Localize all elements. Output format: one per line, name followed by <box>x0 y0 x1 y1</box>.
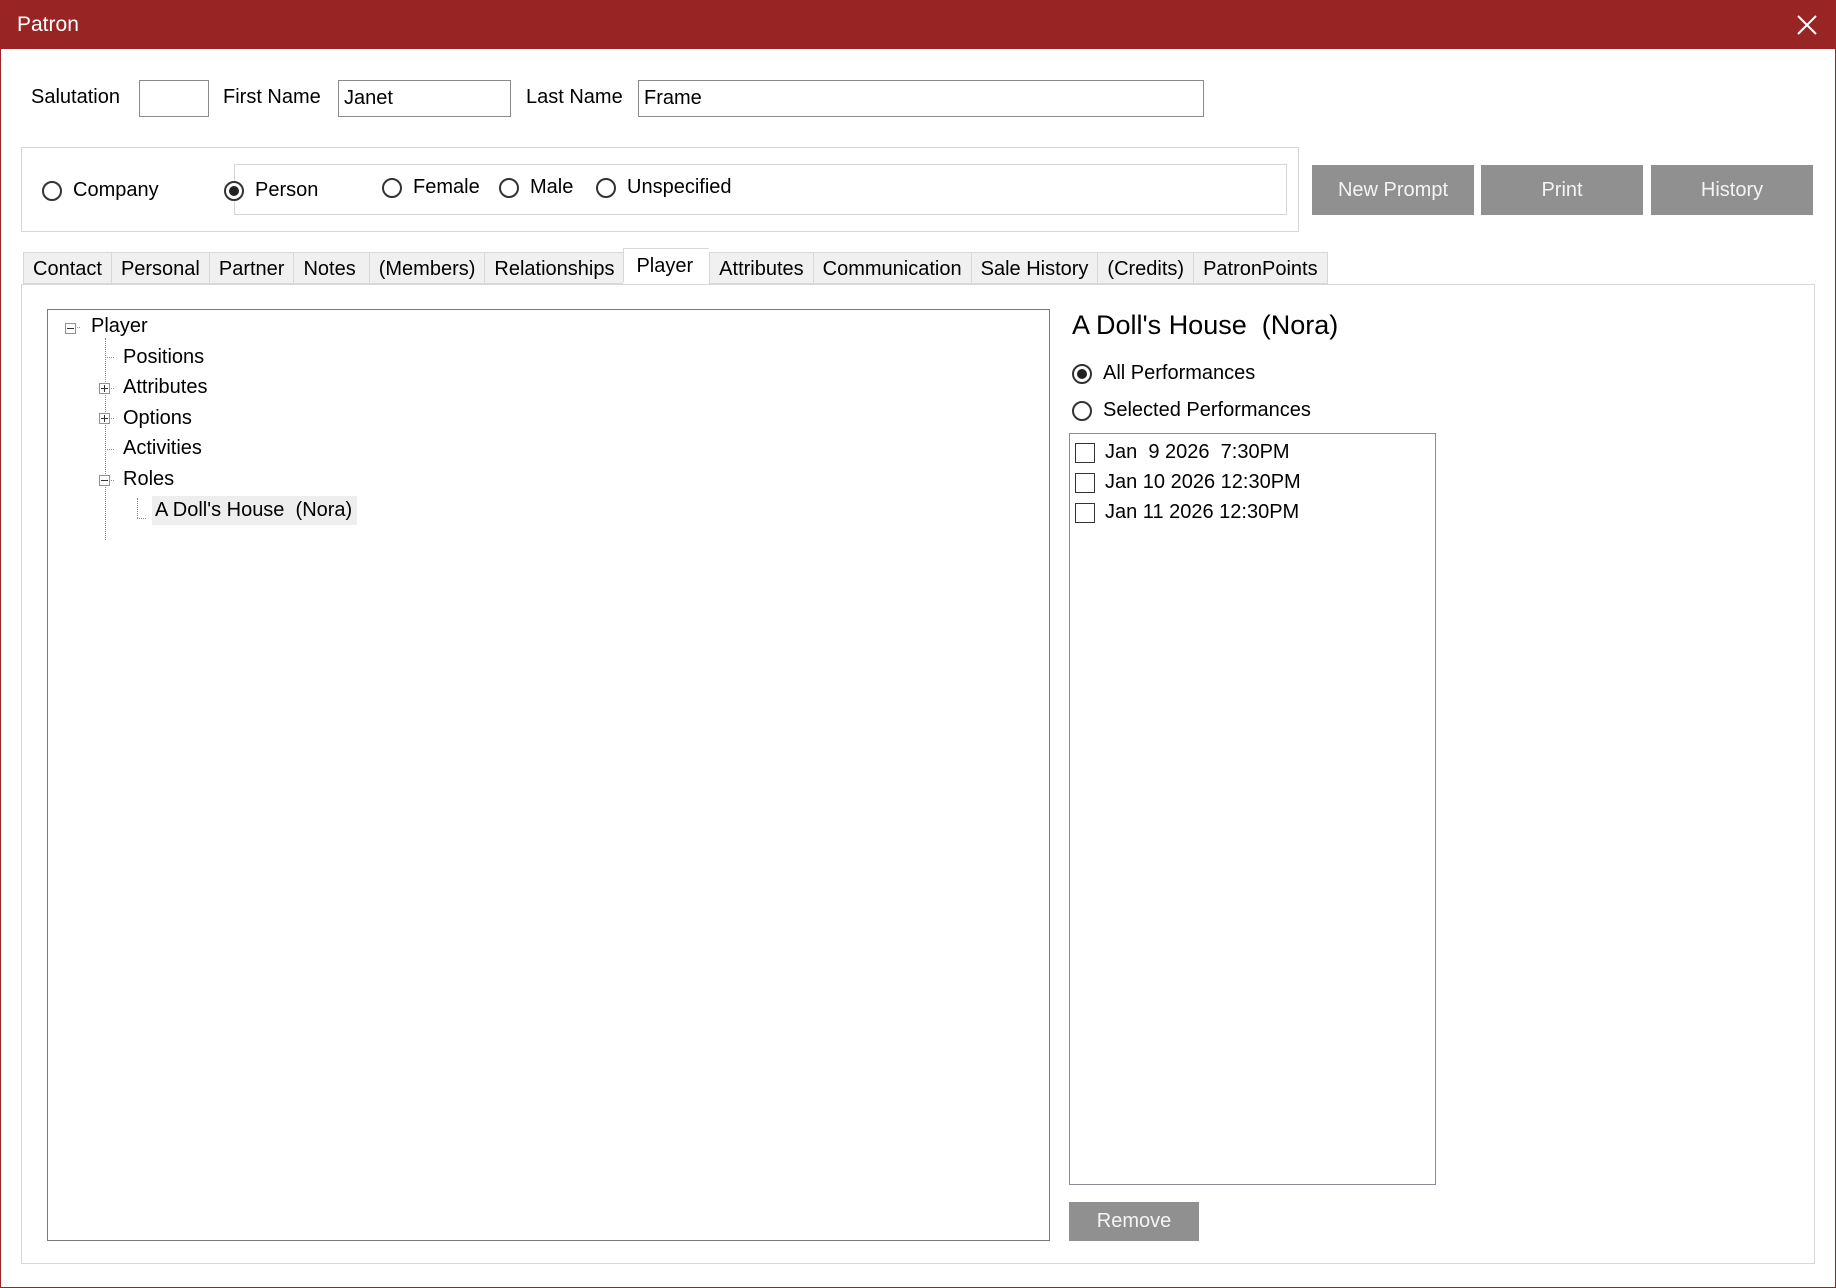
tab-contact[interactable]: Contact <box>23 252 111 284</box>
role-title: A Doll's House (Nora) <box>1072 310 1339 340</box>
tree-node-roles[interactable]: Roles <box>123 468 174 491</box>
all-performances-label: All Performances <box>1103 362 1256 384</box>
performance-checkbox[interactable] <box>1075 442 1095 463</box>
selected-performances-radio-circle <box>1072 400 1092 421</box>
tree-connector <box>105 357 114 358</box>
history-button[interactable]: History <box>1651 165 1813 215</box>
tab-communication[interactable]: Communication <box>812 252 971 284</box>
selected-performances-label: Selected Performances <box>1103 399 1311 421</box>
tab-notes[interactable]: Notes <box>293 252 369 284</box>
tab-sale-history[interactable]: Sale History <box>970 252 1098 284</box>
person-radio[interactable]: Person <box>224 179 318 202</box>
new-prompt-button[interactable]: New Prompt <box>1312 165 1474 215</box>
first-name-field[interactable] <box>338 80 511 117</box>
all-performances-radio-circle <box>1072 363 1092 384</box>
performance-item[interactable]: Jan 9 2026 7:30PM <box>1075 441 1290 464</box>
company-radio[interactable]: Company <box>42 179 159 202</box>
company-radio-circle <box>42 180 62 201</box>
all-performances-radio[interactable]: All Performances <box>1072 362 1255 385</box>
tab-attributes[interactable]: Attributes <box>709 252 813 284</box>
tab-members[interactable]: (Members) <box>368 252 485 284</box>
unspecified-radio-label: Unspecified <box>627 176 732 198</box>
collapse-icon[interactable] <box>65 323 76 334</box>
performance-label: Jan 9 2026 7:30PM <box>1105 441 1290 463</box>
tree-connector <box>137 498 138 518</box>
tree-node-role-item[interactable]: A Doll's House (Nora) <box>152 496 358 525</box>
remove-button[interactable]: Remove <box>1069 1202 1199 1241</box>
performance-checkbox[interactable] <box>1075 502 1095 523</box>
tree-connector <box>105 338 106 540</box>
company-radio-label: Company <box>73 179 159 201</box>
player-tree[interactable]: Player Positions Attributes Options Acti… <box>47 309 1050 1241</box>
collapse-icon[interactable] <box>99 475 110 486</box>
tab-personal[interactable]: Personal <box>110 252 209 284</box>
performance-checkbox[interactable] <box>1075 472 1095 493</box>
tab-player[interactable]: Player <box>623 248 710 283</box>
expand-icon[interactable] <box>99 383 110 394</box>
tab-relationships[interactable]: Relationships <box>484 252 624 284</box>
salutation-label: Salutation <box>31 86 120 108</box>
person-radio-label: Person <box>255 179 319 201</box>
male-radio-circle <box>499 177 519 198</box>
female-radio-label: Female <box>413 176 480 198</box>
print-button[interactable]: Print <box>1481 165 1643 215</box>
tab-partner[interactable]: Partner <box>208 252 294 284</box>
last-name-field[interactable] <box>638 80 1204 117</box>
first-name-label: First Name <box>223 86 321 108</box>
tab-credits[interactable]: (Credits) <box>1097 252 1194 284</box>
performances-list[interactable]: Jan 9 2026 7:30PM Jan 10 2026 12:30PM Ja… <box>1069 433 1436 1185</box>
female-radio-circle <box>382 177 402 198</box>
tree-node-attributes[interactable]: Attributes <box>123 376 207 399</box>
selected-performances-radio[interactable]: Selected Performances <box>1072 399 1311 422</box>
unspecified-radio-circle <box>596 177 616 198</box>
tree-connector <box>137 518 146 519</box>
female-radio[interactable]: Female <box>382 176 480 199</box>
tree-node-positions[interactable]: Positions <box>123 346 204 369</box>
tree-node-activities[interactable]: Activities <box>123 437 202 460</box>
male-radio-label: Male <box>530 176 574 198</box>
unspecified-radio[interactable]: Unspecified <box>596 176 732 199</box>
expand-icon[interactable] <box>99 413 110 424</box>
performance-item[interactable]: Jan 10 2026 12:30PM <box>1075 471 1301 494</box>
title-bar: Patron <box>1 1 1835 49</box>
tab-patronpoints[interactable]: PatronPoints <box>1193 252 1328 284</box>
performance-label: Jan 11 2026 12:30PM <box>1105 501 1300 523</box>
window-title: Patron <box>17 13 79 36</box>
tree-node-options[interactable]: Options <box>123 407 192 430</box>
performance-label: Jan 10 2026 12:30PM <box>1105 471 1301 493</box>
male-radio[interactable]: Male <box>499 176 573 199</box>
tab-bar: Contact Personal Partner Notes (Members)… <box>23 248 1328 284</box>
person-radio-circle <box>224 180 244 201</box>
tree-connector <box>105 449 114 450</box>
last-name-label: Last Name <box>526 86 623 108</box>
tree-node-player[interactable]: Player <box>91 315 148 338</box>
performance-item[interactable]: Jan 11 2026 12:30PM <box>1075 501 1299 524</box>
close-icon[interactable] <box>1779 1 1835 49</box>
patron-window: Patron Salutation First Name Last Name C… <box>0 0 1836 1288</box>
salutation-field[interactable] <box>139 80 209 117</box>
